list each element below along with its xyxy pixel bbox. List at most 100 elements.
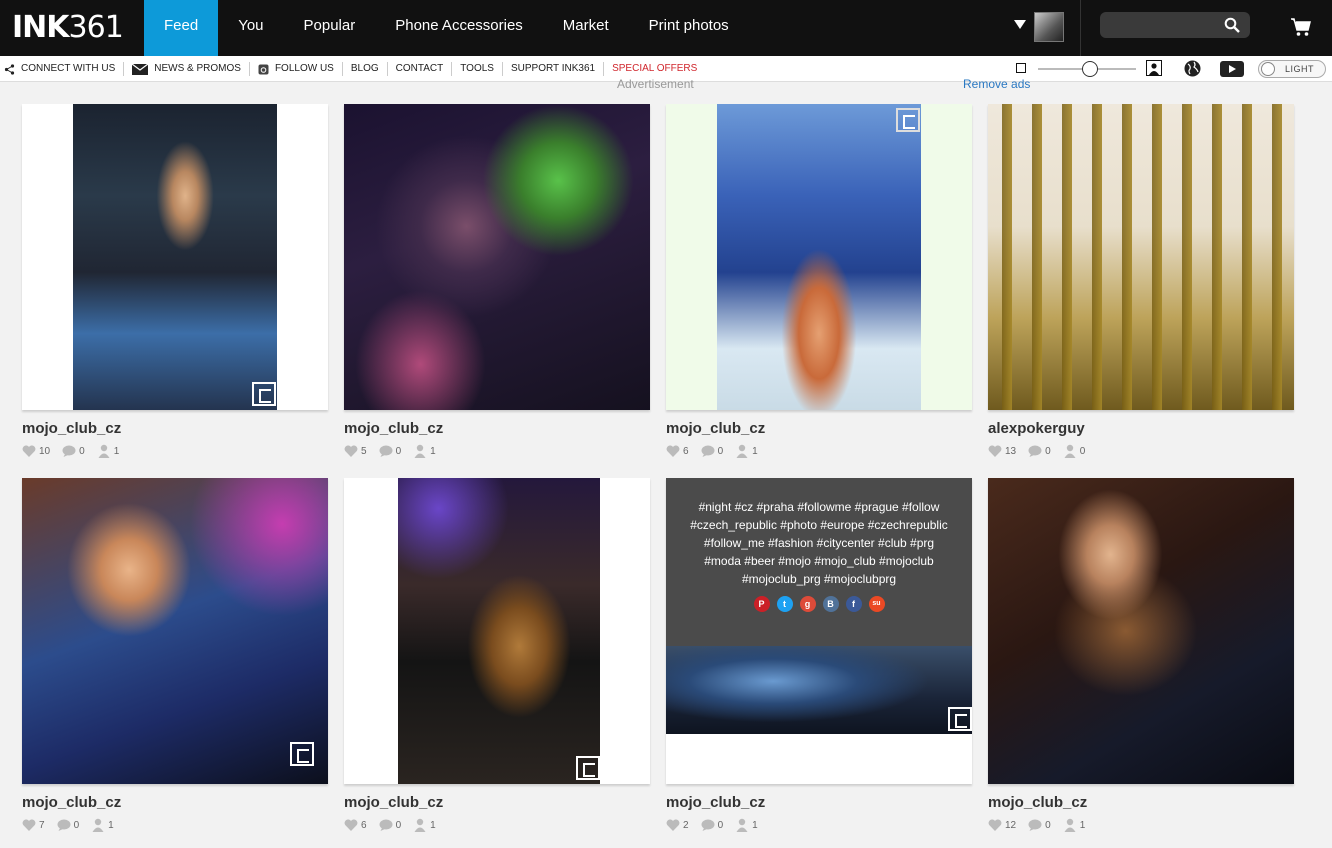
username[interactable]: mojo_club_cz bbox=[344, 420, 443, 437]
logo[interactable]: INK361 bbox=[12, 10, 124, 45]
nav-market[interactable]: Market bbox=[543, 0, 629, 56]
stumbleupon-icon[interactable]: su bbox=[868, 596, 885, 612]
comment-icon bbox=[379, 819, 393, 831]
connect-with-us-link[interactable]: Connect with us bbox=[0, 62, 125, 76]
follow-us-link[interactable]: Follow us bbox=[250, 62, 343, 76]
followers-stat[interactable]: 1 bbox=[1063, 818, 1086, 832]
google-plus-icon[interactable]: g bbox=[799, 596, 816, 612]
likes-stat[interactable]: 12 bbox=[988, 819, 1016, 831]
photo-card: #night #cz #praha #followme #prague #fol… bbox=[666, 478, 972, 832]
news-promos-link[interactable]: News & Promos bbox=[124, 62, 250, 76]
person-icon bbox=[736, 444, 748, 458]
username[interactable]: mojo_club_cz bbox=[666, 420, 765, 437]
username[interactable]: mojo_club_cz bbox=[22, 794, 121, 811]
large-thumbnail-icon[interactable] bbox=[1146, 60, 1162, 76]
zoom-slider-handle[interactable] bbox=[1082, 61, 1098, 77]
likes-stat[interactable]: 6 bbox=[344, 819, 367, 831]
blog-link[interactable]: Blog bbox=[343, 62, 388, 76]
nav-feed[interactable]: Feed bbox=[144, 0, 219, 56]
logo-thin: 361 bbox=[68, 10, 124, 45]
comments-stat[interactable]: 0 bbox=[1028, 819, 1051, 831]
followers-stat[interactable]: 1 bbox=[97, 444, 120, 458]
followers-stat[interactable]: 1 bbox=[735, 444, 758, 458]
remove-ads-link[interactable]: Remove ads bbox=[963, 77, 1030, 91]
post-stats: 13 0 0 bbox=[988, 444, 1097, 458]
video-icon[interactable] bbox=[1220, 61, 1244, 77]
nav-popular[interactable]: Popular bbox=[284, 0, 376, 56]
globe-icon[interactable] bbox=[1184, 60, 1201, 77]
comments-count: 0 bbox=[717, 819, 724, 831]
photo-thumbnail[interactable] bbox=[344, 104, 650, 410]
photo-thumbnail[interactable] bbox=[988, 478, 1294, 784]
username[interactable]: mojo_club_cz bbox=[344, 794, 443, 811]
followers-stat[interactable]: 1 bbox=[91, 818, 114, 832]
photo-card: mojo_club_cz 10 0 1 bbox=[22, 104, 328, 458]
person-icon bbox=[414, 818, 426, 832]
photo-thumbnail[interactable] bbox=[344, 478, 650, 784]
tools-link[interactable]: Tools bbox=[452, 62, 503, 76]
followers-stat[interactable]: 0 bbox=[1063, 444, 1085, 458]
comments-count: 0 bbox=[717, 445, 724, 457]
username[interactable]: mojo_club_cz bbox=[22, 420, 121, 437]
likes-stat[interactable]: 7 bbox=[22, 819, 45, 831]
profile-dropdown-icon[interactable] bbox=[1014, 20, 1026, 29]
comments-stat[interactable]: 0 bbox=[701, 819, 724, 831]
photo-thumbnail[interactable] bbox=[22, 104, 328, 410]
photo-thumbnail[interactable]: #night #cz #praha #followme #prague #fol… bbox=[666, 478, 972, 784]
comments-stat[interactable]: 0 bbox=[1028, 445, 1051, 457]
vk-icon[interactable]: B bbox=[822, 596, 839, 612]
photo-thumbnail[interactable] bbox=[988, 104, 1294, 410]
likes-stat[interactable]: 5 bbox=[344, 445, 367, 457]
followers-count: 1 bbox=[1079, 819, 1086, 831]
heart-icon bbox=[988, 819, 1002, 831]
followers-count: 1 bbox=[113, 445, 120, 457]
pinterest-icon[interactable]: P bbox=[753, 596, 770, 612]
facebook-icon[interactable]: f bbox=[845, 596, 862, 612]
likes-stat[interactable]: 10 bbox=[22, 445, 50, 457]
photo-thumbnail[interactable] bbox=[666, 104, 972, 410]
news-promos-label: News & Promos bbox=[154, 63, 241, 74]
support-link[interactable]: Support INK361 bbox=[503, 62, 605, 76]
comment-icon bbox=[62, 445, 76, 457]
followers-stat[interactable]: 1 bbox=[735, 818, 758, 832]
likes-count: 2 bbox=[683, 819, 689, 831]
followers-count: 1 bbox=[430, 819, 436, 831]
heart-icon bbox=[22, 445, 36, 457]
post-stats: 6 0 1 bbox=[666, 444, 770, 458]
username[interactable]: mojo_club_cz bbox=[988, 794, 1087, 811]
nav-phone-accessories[interactable]: Phone Accessories bbox=[375, 0, 543, 56]
comments-stat[interactable]: 0 bbox=[701, 445, 724, 457]
followers-stat[interactable]: 1 bbox=[413, 444, 436, 458]
avatar[interactable] bbox=[1034, 12, 1064, 42]
geometria-logo-icon bbox=[290, 742, 314, 766]
nav-you[interactable]: You bbox=[218, 0, 283, 56]
geometria-logo-icon bbox=[948, 707, 972, 731]
comments-stat[interactable]: 0 bbox=[62, 445, 85, 457]
username[interactable]: alexpokerguy bbox=[988, 420, 1085, 437]
likes-stat[interactable]: 6 bbox=[666, 445, 689, 457]
photo-thumbnail[interactable] bbox=[22, 478, 328, 784]
photo-image bbox=[22, 478, 328, 784]
search-icon[interactable] bbox=[1224, 17, 1240, 33]
comment-icon bbox=[1028, 819, 1042, 831]
contact-link[interactable]: Contact bbox=[388, 62, 453, 76]
nav-print-photos[interactable]: Print photos bbox=[629, 0, 749, 56]
followers-stat[interactable]: 1 bbox=[413, 818, 436, 832]
likes-stat[interactable]: 2 bbox=[666, 819, 689, 831]
followers-count: 1 bbox=[430, 445, 436, 457]
comments-stat[interactable]: 0 bbox=[379, 819, 401, 831]
comments-count: 0 bbox=[73, 819, 80, 831]
small-thumbnail-icon[interactable] bbox=[1016, 63, 1026, 73]
comments-stat[interactable]: 0 bbox=[57, 819, 80, 831]
twitter-icon[interactable]: t bbox=[776, 596, 793, 612]
comment-icon bbox=[701, 819, 715, 831]
geometria-logo-icon bbox=[576, 756, 600, 780]
main-nav: Feed You Popular Phone Accessories Marke… bbox=[144, 0, 749, 56]
username[interactable]: mojo_club_cz bbox=[666, 794, 765, 811]
light-theme-toggle[interactable]: LIGHT bbox=[1258, 60, 1326, 78]
likes-stat[interactable]: 13 bbox=[988, 445, 1016, 457]
special-offers-link[interactable]: Special offers bbox=[604, 62, 705, 76]
comments-stat[interactable]: 0 bbox=[379, 445, 401, 457]
cart-icon[interactable] bbox=[1290, 17, 1312, 37]
photo-image bbox=[398, 478, 600, 784]
